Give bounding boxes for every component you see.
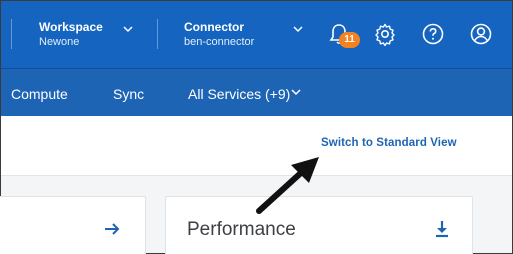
chevron-down-icon [291, 89, 301, 96]
nav-item-all-services[interactable]: All Services (+9) [188, 86, 290, 102]
connector-value: ben-connector [184, 36, 255, 48]
nav-item-compute[interactable]: Compute [11, 86, 68, 102]
gear-icon[interactable] [373, 22, 397, 46]
header-divider [157, 19, 158, 49]
arrow-right-icon[interactable] [103, 220, 121, 238]
download-icon[interactable] [433, 219, 451, 239]
workspace-selector[interactable]: Workspace Newone [39, 20, 139, 49]
nav-bar: Compute Sync All Services (+9) [1, 68, 512, 116]
dashboard-card [0, 196, 146, 254]
user-icon[interactable] [469, 22, 493, 46]
connector-selector[interactable]: Connector ben-connector [184, 20, 309, 49]
header-divider [11, 19, 12, 49]
workspace-value: Newone [39, 36, 80, 48]
annotation-arrow-icon [256, 157, 319, 214]
chevron-down-icon [123, 26, 133, 33]
switch-standard-view-link[interactable]: Switch to Standard View [321, 137, 457, 149]
notification-badge: 11 [339, 32, 360, 48]
performance-title: Performance [187, 219, 296, 240]
nav-item-sync[interactable]: Sync [113, 86, 144, 102]
chevron-down-icon [293, 26, 303, 33]
help-icon[interactable] [421, 22, 445, 46]
top-header: Workspace Newone Connector ben-connector… [1, 1, 512, 68]
connector-title: Connector [184, 20, 244, 34]
